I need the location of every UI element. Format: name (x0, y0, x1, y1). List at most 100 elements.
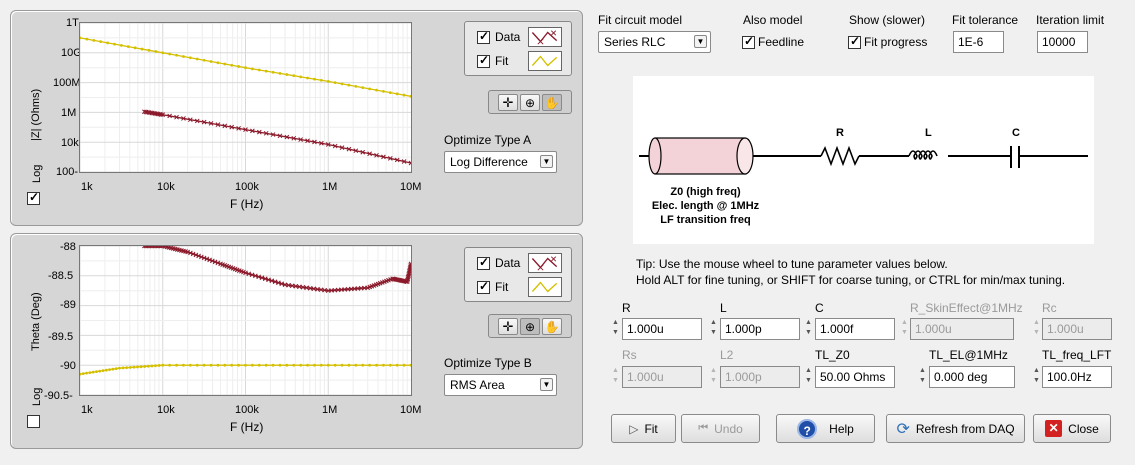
fit-point-marker (216, 363, 220, 367)
optimize-a-select[interactable]: Log Difference ▼ (444, 151, 557, 173)
param-input-r[interactable]: 1.000u (622, 318, 702, 340)
fit-point-marker (133, 46, 137, 50)
close-button[interactable]: ✕ Close (1033, 414, 1111, 443)
fit-point-marker (147, 48, 151, 52)
fit-progress-checkbox[interactable] (848, 34, 861, 49)
legend-data-row[interactable]: Data (477, 253, 562, 273)
hand-icon: ✋ (544, 95, 560, 110)
x-tick: 10M (400, 181, 422, 193)
fit-point-marker (175, 363, 178, 367)
cursor-tool-button[interactable]: ✛ (498, 94, 518, 111)
fit-button[interactable]: ▷ Fit (611, 414, 676, 443)
zoom-tool-button[interactable]: ⊕ (520, 94, 540, 111)
param-input-l[interactable]: 1.000p (720, 318, 800, 340)
y-tick: -89 (60, 299, 76, 311)
fit-point-marker (395, 92, 399, 96)
fit-point-marker (119, 43, 123, 47)
hand-icon: ✋ (544, 319, 560, 334)
refresh-daq-button[interactable]: ⟳ Refresh from DAQ (886, 414, 1025, 443)
help-icon: ? (797, 418, 818, 439)
y-tick: 10k (61, 137, 79, 149)
close-button-label: Close (1068, 421, 1099, 436)
fit-point-marker (326, 80, 330, 83)
spinner-icon[interactable]: ▲ ▼ (916, 366, 929, 388)
fit-point-marker (85, 37, 89, 41)
also-model-label: Also model (743, 13, 803, 27)
param-input-c[interactable]: 1.000f (815, 318, 895, 340)
fit-visible-checkbox[interactable] (477, 279, 490, 294)
fit-point-marker (313, 363, 316, 367)
param-label-tl-z0: TL_Z0 (815, 348, 850, 362)
impedance-chart-panel: |Z| (Ohms) 1T 10G 100M 1M 10k 100- 1k 10… (10, 10, 583, 226)
fit-model-select[interactable]: Series RLC ▼ (598, 31, 711, 53)
fit-point-marker (319, 363, 323, 367)
legend-bottom: Data Fit (464, 247, 572, 302)
spinner-icon[interactable]: ▲ ▼ (802, 318, 815, 340)
fit-model-label: Fit circuit model (598, 13, 683, 27)
phase-chart-panel: Theta (Deg) -88 -88.5 -89 -89.5 -90 -90.… (10, 233, 583, 449)
fit-point-marker (299, 75, 303, 79)
fit-point-marker (244, 66, 247, 70)
pan-tool-button[interactable]: ✋ (542, 94, 562, 111)
y-tick: -88.5 (48, 270, 74, 282)
fit-visible-checkbox[interactable] (477, 53, 490, 68)
help-button[interactable]: ? Help (776, 414, 875, 443)
fit-point-marker (182, 55, 185, 58)
param-input-tl-el[interactable]: 0.000 deg (929, 366, 1015, 388)
spinner-icon[interactable]: ▲ ▼ (609, 318, 622, 340)
fit-progress-label: Fit progress (864, 35, 928, 49)
feedline-checkbox-row[interactable]: Feedline (742, 34, 804, 49)
zoom-tool-button[interactable]: ⊕ (520, 318, 540, 335)
fit-point-marker (108, 368, 112, 372)
fit-point-marker (161, 51, 165, 55)
impedance-plot[interactable] (78, 22, 414, 173)
fit-point-marker (78, 372, 82, 376)
phase-plot[interactable] (78, 243, 414, 396)
legend-fit-row[interactable]: Fit (477, 277, 562, 297)
legend-fit-row[interactable]: Fit (477, 51, 562, 71)
feedline-checkbox[interactable] (742, 34, 755, 49)
fit-point-marker (146, 364, 150, 368)
x-axis-label: F (Hz) (230, 420, 264, 434)
fit-point-marker (230, 63, 234, 67)
iteration-input[interactable]: 10000 (1037, 31, 1088, 53)
y-tick: -90.5- (44, 390, 73, 402)
spinner-icon: ▲ ▼ (612, 367, 619, 384)
fit-point-marker (230, 363, 234, 367)
legend-data-row[interactable]: Data (477, 27, 562, 47)
chevron-down-icon: ▼ (694, 35, 707, 48)
undo-button[interactable]: ⏮ Undo (681, 414, 760, 443)
graph-tools: ✛ ⊕ ✋ (488, 90, 572, 114)
param-input-tl-freq[interactable]: 100.0Hz (1042, 366, 1112, 388)
fit-point-marker (292, 74, 296, 78)
spinner-icon[interactable]: ▲ ▼ (802, 366, 815, 388)
pan-tool-button[interactable]: ✋ (542, 318, 562, 335)
log-checkbox[interactable] (27, 415, 40, 428)
log-label: Log (31, 164, 43, 183)
data-visible-checkbox[interactable] (477, 29, 490, 44)
data-line-icon (528, 27, 562, 47)
fit-point-marker (188, 56, 192, 60)
cursor-tool-button[interactable]: ✛ (498, 318, 518, 335)
fit-point-marker (157, 364, 161, 367)
fit-point-marker (188, 363, 192, 367)
fit-point-marker (140, 47, 144, 51)
fit-point-marker (271, 363, 275, 367)
resistor-icon (820, 145, 860, 167)
param-input-tl-z0[interactable]: 50.00 Ohms (815, 366, 895, 388)
x-tick: 100k (235, 404, 259, 416)
optimize-b-select[interactable]: RMS Area ▼ (444, 374, 557, 396)
data-visible-checkbox[interactable] (477, 255, 490, 270)
fit-point-marker (88, 371, 92, 375)
close-icon: ✕ (1045, 420, 1063, 437)
param-input-rs: 1.000u (622, 366, 702, 388)
fit-model-value: Series RLC (604, 35, 666, 49)
tolerance-input[interactable]: 1E-6 (953, 31, 1004, 53)
spinner-icon[interactable]: ▲ ▼ (707, 318, 720, 340)
param-input-r-skin: 1.000u (910, 318, 1014, 340)
fit-progress-checkbox-row[interactable]: Fit progress (848, 34, 928, 49)
y-axis-label: Theta (Deg) (30, 292, 42, 351)
fit-point-marker (99, 40, 103, 44)
log-checkbox[interactable] (27, 190, 40, 205)
param-label-l: L (720, 301, 727, 315)
